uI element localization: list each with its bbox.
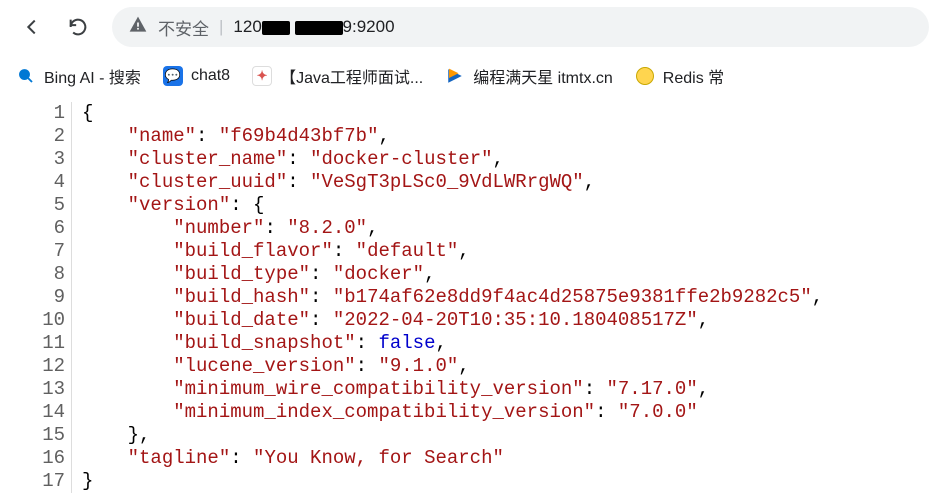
- line-number: 8: [0, 263, 65, 286]
- redis-icon: [635, 66, 655, 86]
- not-secure-icon: [128, 15, 148, 40]
- bookmark-label: chat8: [191, 67, 230, 85]
- reload-button[interactable]: [58, 7, 98, 47]
- security-label: 不安全: [158, 15, 209, 40]
- line-number: 17: [0, 470, 65, 493]
- line-number: 10: [0, 309, 65, 332]
- address-divider: |: [219, 17, 223, 37]
- url-text: 120 9:9200: [233, 17, 394, 37]
- json-code[interactable]: { "name": "f69b4d43bf7b", "cluster_name"…: [72, 102, 823, 493]
- star-icon: [445, 66, 465, 86]
- bookmark-label: Redis 常: [663, 64, 724, 88]
- bookmark-label: Bing AI - 搜索: [44, 64, 141, 88]
- line-number: 9: [0, 286, 65, 309]
- browser-toolbar: 不安全 | 120 9:9200: [0, 0, 941, 54]
- redacted-segment: [262, 21, 290, 35]
- java-icon: ✦: [252, 66, 272, 86]
- bookmark-chat8[interactable]: 💬 chat8: [163, 66, 230, 86]
- bookmark-bing-ai[interactable]: Bing AI - 搜索: [16, 64, 141, 88]
- line-number: 2: [0, 125, 65, 148]
- bookmark-java[interactable]: ✦ 【Java工程师面试...: [252, 64, 423, 88]
- bookmark-itmtx[interactable]: 编程满天星 itmtx.cn: [445, 64, 613, 88]
- line-number: 7: [0, 240, 65, 263]
- bookmarks-bar: Bing AI - 搜索 💬 chat8 ✦ 【Java工程师面试... 编程满…: [0, 54, 941, 98]
- line-number: 5: [0, 194, 65, 217]
- redacted-segment: [295, 21, 343, 35]
- line-number-gutter: 1 2 3 4 5 6 7 8 9 10 11 12 13 14 15 16 1…: [0, 102, 72, 493]
- line-number: 12: [0, 355, 65, 378]
- line-number: 15: [0, 424, 65, 447]
- chat-icon: 💬: [163, 66, 183, 86]
- line-number: 3: [0, 148, 65, 171]
- line-number: 6: [0, 217, 65, 240]
- back-button[interactable]: [12, 7, 52, 47]
- response-body: 1 2 3 4 5 6 7 8 9 10 11 12 13 14 15 16 1…: [0, 98, 941, 493]
- line-number: 14: [0, 401, 65, 424]
- bookmark-redis[interactable]: Redis 常: [635, 64, 724, 88]
- line-number: 11: [0, 332, 65, 355]
- bookmark-label: 【Java工程师面试...: [280, 64, 423, 88]
- address-bar[interactable]: 不安全 | 120 9:9200: [112, 7, 929, 47]
- bookmark-label: 编程满天星 itmtx.cn: [473, 64, 613, 88]
- line-number: 13: [0, 378, 65, 401]
- search-icon: [16, 66, 36, 86]
- line-number: 16: [0, 447, 65, 470]
- line-number: 4: [0, 171, 65, 194]
- line-number: 1: [0, 102, 65, 125]
